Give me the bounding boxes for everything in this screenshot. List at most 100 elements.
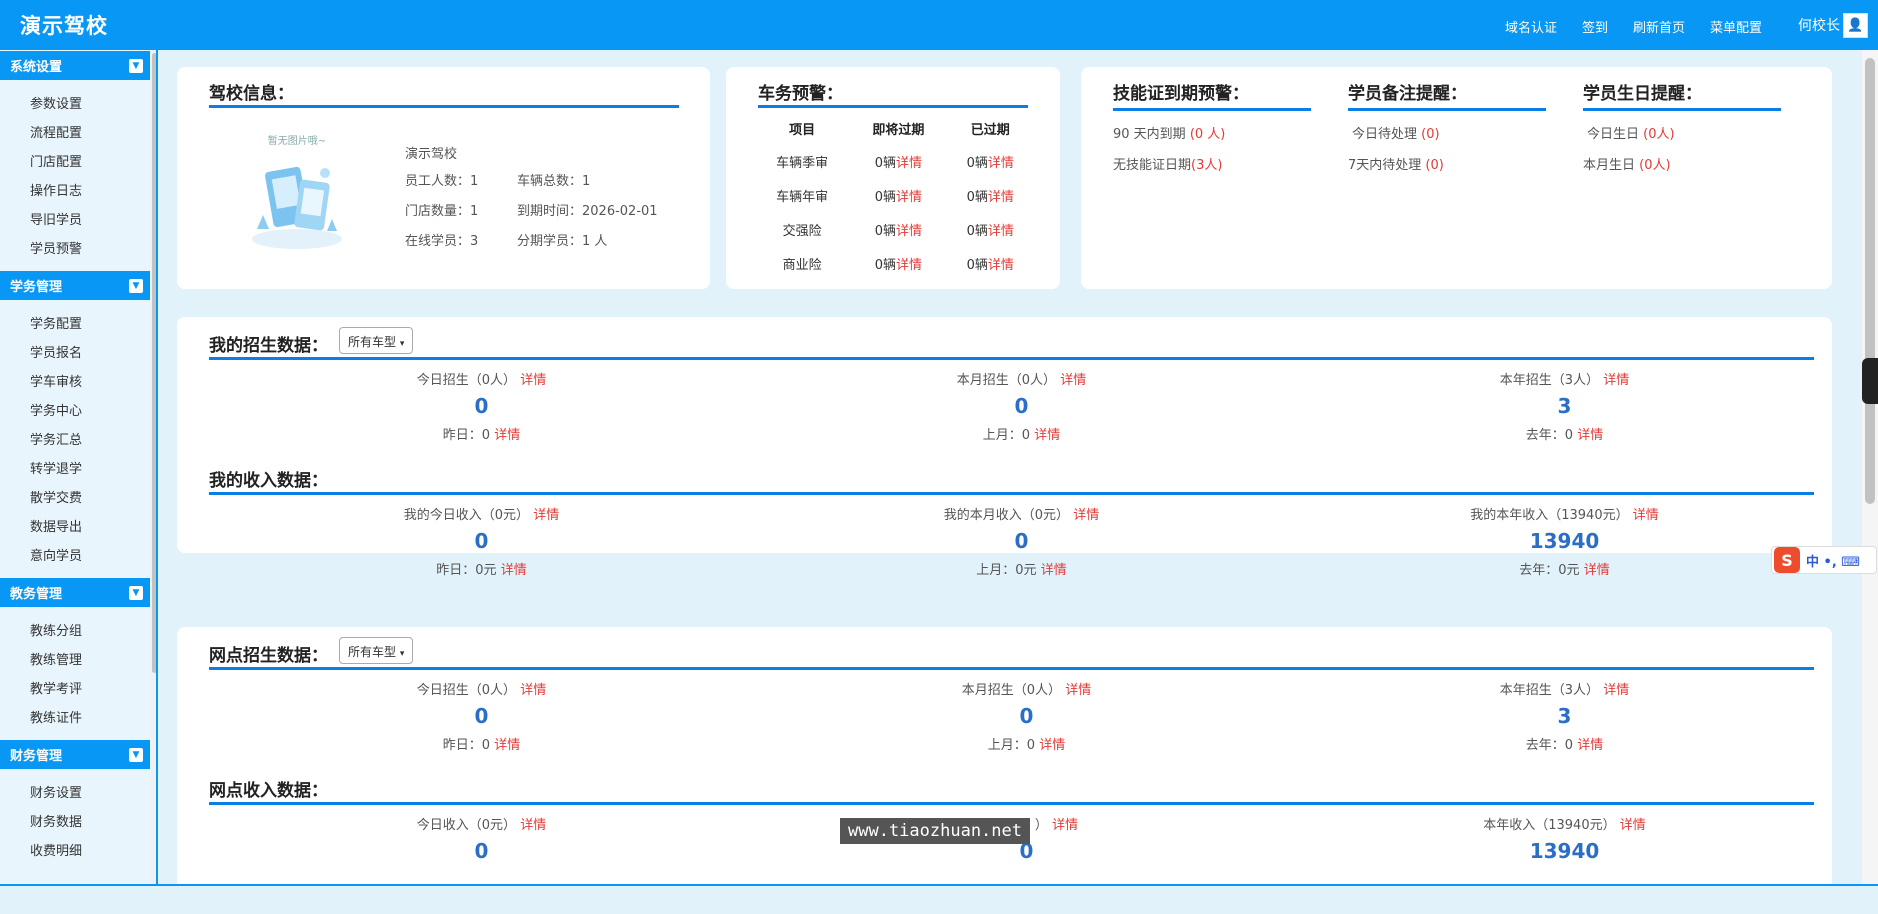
stat-value: 0 <box>474 394 489 418</box>
title-underline <box>1348 108 1546 111</box>
sidebar-item[interactable]: 转学退学 <box>0 455 156 484</box>
sidebar-item[interactable]: 门店配置 <box>0 148 156 177</box>
chevron-down-icon[interactable]: ▼ <box>129 59 143 73</box>
title-underline <box>209 802 1814 805</box>
sidebar-section-header[interactable]: 教务管理 ▼ <box>0 578 150 607</box>
sidebar-item[interactable]: 教学考评 <box>0 675 156 704</box>
detail-link[interactable]: 详情 <box>1041 563 1067 578</box>
detail-link[interactable]: 详情 <box>988 258 1014 273</box>
detail-link[interactable]: 详情 <box>1584 563 1610 578</box>
detail-link[interactable]: 详情 <box>1065 683 1091 698</box>
sidebar-section-teaching: 教务管理 ▼ 教练分组 教练管理 教学考评 教练证件 <box>0 578 156 739</box>
sidebar-item[interactable]: 参数设置 <box>0 90 156 119</box>
detail-link[interactable]: 详情 <box>1620 818 1646 833</box>
detail-link[interactable]: 详情 <box>1039 738 1065 753</box>
detail-link[interactable]: 详情 <box>494 738 520 753</box>
sidebar-section-header[interactable]: 系统设置 ▼ <box>0 51 150 80</box>
count-link[interactable]: (3人) <box>1191 158 1222 173</box>
detail-link[interactable]: 详情 <box>520 818 546 833</box>
school-info-card: 驾校信息： 暂无图片哦~ 演示驾校 员工人数：1 车辆总数：1 门店数量：1 到… <box>177 67 710 289</box>
detail-link[interactable]: 详情 <box>1052 818 1078 833</box>
col-header: 已过期 <box>970 122 1010 138</box>
sidebar-item[interactable]: 学员报名 <box>0 339 156 368</box>
count-link[interactable]: (0人) <box>1639 158 1670 173</box>
nav-domain-auth[interactable]: 域名认证 <box>1505 17 1557 36</box>
chevron-down-icon[interactable]: ▼ <box>129 586 143 600</box>
detail-link[interactable]: 详情 <box>520 373 546 388</box>
chevron-down-icon[interactable]: ▼ <box>129 279 143 293</box>
sidebar-scrollbar-thumb[interactable] <box>152 53 156 673</box>
sidebar-item[interactable]: 教练分组 <box>0 617 156 646</box>
detail-link[interactable]: 详情 <box>501 563 527 578</box>
detail-link[interactable]: 详情 <box>1073 508 1099 523</box>
side-float-tab[interactable] <box>1862 358 1878 404</box>
sidebar-item[interactable]: 教练管理 <box>0 646 156 675</box>
detail-link[interactable]: 详情 <box>1633 508 1659 523</box>
sidebar-item[interactable]: 学车审核 <box>0 368 156 397</box>
detail-link[interactable]: 详情 <box>896 190 922 205</box>
sidebar-section-header[interactable]: 学务管理 ▼ <box>0 271 150 300</box>
stat-value: 3 <box>1557 394 1572 418</box>
sidebar-item[interactable]: 学务配置 <box>0 310 156 339</box>
count-link[interactable]: (0) <box>1425 158 1443 173</box>
sidebar-item[interactable]: 学务汇总 <box>0 426 156 455</box>
stat-col: 本年招生（3人） 详情 3 去年：0 详情 <box>1292 679 1837 753</box>
sidebar-item[interactable]: 意向学员 <box>0 542 156 571</box>
sidebar-item[interactable]: 导旧学员 <box>0 206 156 235</box>
nav-menu-config[interactable]: 菜单配置 <box>1710 17 1762 36</box>
detail-link[interactable]: 详情 <box>988 156 1014 171</box>
chevron-down-icon[interactable]: ▼ <box>129 748 143 762</box>
ime-toolbar[interactable]: S 中 •, ⌨ <box>1771 546 1877 574</box>
detail-link[interactable]: 详情 <box>1034 428 1060 443</box>
stat-value: 0 <box>474 704 489 728</box>
section-title: 我的招生数据： <box>209 336 328 356</box>
nav-sign-in[interactable]: 签到 <box>1582 17 1608 36</box>
stat-col: 本月招生（0人） 详情 0 上月：0 详情 <box>754 679 1299 753</box>
sidebar-item[interactable]: 数据导出 <box>0 513 156 542</box>
title-underline <box>209 492 1814 495</box>
user-name[interactable]: 何校长 <box>1798 15 1840 35</box>
detail-link[interactable]: 详情 <box>1060 373 1086 388</box>
avatar[interactable]: 👤 <box>1843 13 1868 38</box>
branch-data-card: 网点招生数据： 所有车型 ▾ 今日招生（0人） 详情 0 昨日：0 详情 本月招… <box>177 627 1832 884</box>
detail-link[interactable]: 详情 <box>988 190 1014 205</box>
detail-link[interactable]: 详情 <box>1603 683 1629 698</box>
vehicle-type-select[interactable]: 所有车型 ▾ <box>339 327 414 354</box>
stat-col: 今日收入（0元） 详情 0 <box>209 814 754 863</box>
sidebar-item[interactable]: 财务数据 <box>0 808 156 837</box>
detail-link[interactable]: 详情 <box>1577 428 1603 443</box>
sidebar-item[interactable]: 散学交费 <box>0 484 156 513</box>
sidebar-section-header[interactable]: 财务管理 ▼ <box>0 740 150 769</box>
count-link[interactable]: (0人) <box>1643 127 1674 142</box>
vehicle-type-select[interactable]: 所有车型 ▾ <box>339 637 414 664</box>
sidebar-item[interactable]: 学员预警 <box>0 235 156 264</box>
detail-link[interactable]: 详情 <box>533 508 559 523</box>
placeholder-text: 暂无图片哦~ <box>267 136 327 147</box>
count-link[interactable]: (0 人) <box>1190 127 1226 142</box>
vehicle-alert-card: 车务预警： 项目 即将过期 已过期 车辆季审 0辆详情 0辆详情 车辆年审 0辆… <box>726 67 1060 289</box>
count-link[interactable]: (0) <box>1421 127 1439 142</box>
sidebar-item[interactable]: 操作日志 <box>0 177 156 206</box>
stat-col: 本月招生（0人） 详情 0 上月：0 详情 <box>749 369 1294 443</box>
detail-link[interactable]: 详情 <box>520 683 546 698</box>
page-scrollbar-thumb[interactable] <box>1865 58 1875 504</box>
nav-refresh-home[interactable]: 刷新首页 <box>1633 17 1685 36</box>
section-title: 网点招生数据： <box>209 646 328 666</box>
sidebar-item[interactable]: 学务中心 <box>0 397 156 426</box>
sidebar-item[interactable]: 收费明细 <box>0 837 156 866</box>
ime-logo-icon: S <box>1774 547 1800 573</box>
detail-link[interactable]: 详情 <box>896 258 922 273</box>
title-underline <box>1583 108 1781 111</box>
detail-link[interactable]: 详情 <box>896 156 922 171</box>
detail-link[interactable]: 详情 <box>896 224 922 239</box>
detail-link[interactable]: 详情 <box>1577 738 1603 753</box>
watermark: www.tiaozhuan.net <box>840 818 1030 844</box>
sidebar-item[interactable]: 财务设置 <box>0 779 156 808</box>
sidebar-item[interactable]: 流程配置 <box>0 119 156 148</box>
detail-link[interactable]: 详情 <box>988 224 1014 239</box>
detail-link[interactable]: 详情 <box>1603 373 1629 388</box>
sidebar-item[interactable]: 教练证件 <box>0 704 156 733</box>
section-title: 我的收入数据： <box>209 471 328 491</box>
detail-link[interactable]: 详情 <box>494 428 520 443</box>
section-title: 网点收入数据： <box>209 781 328 801</box>
